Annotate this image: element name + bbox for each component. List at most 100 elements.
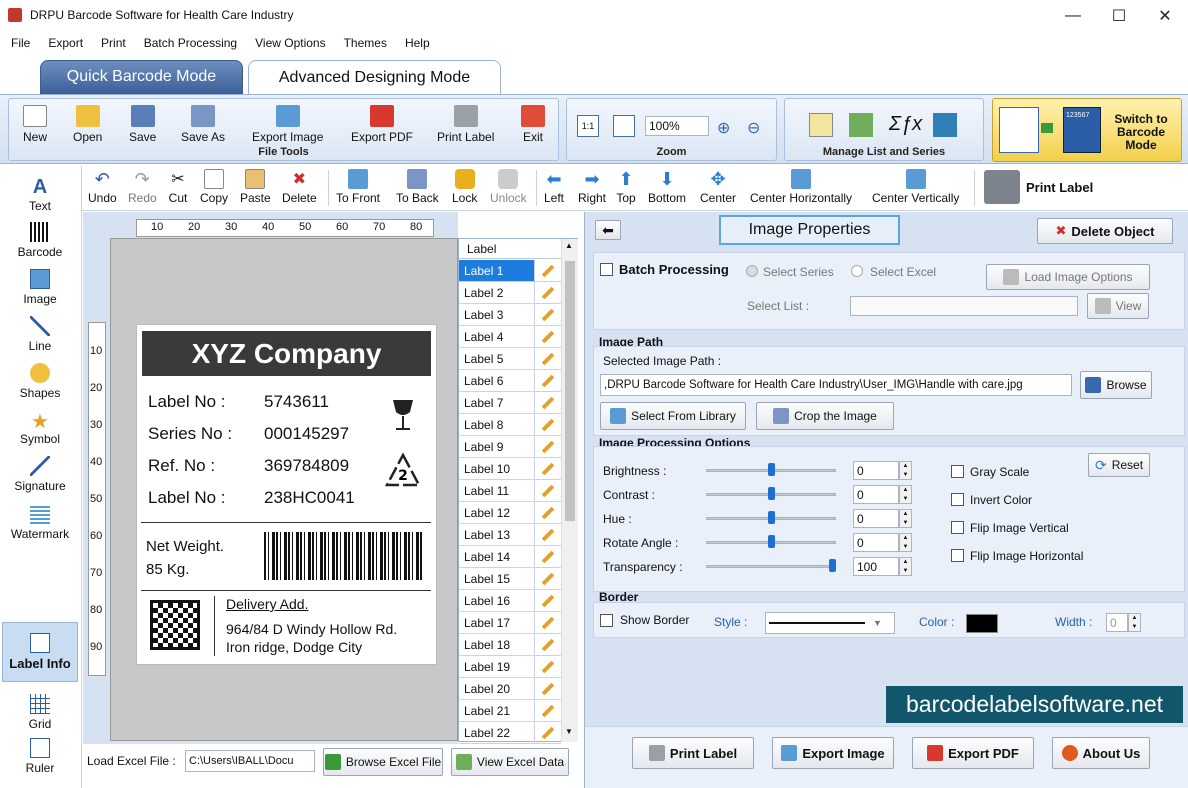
center-button[interactable]: ✥ Center	[700, 169, 736, 205]
slider-thumb[interactable]	[768, 463, 775, 476]
edit-label-icon[interactable]	[535, 286, 561, 299]
menu-export[interactable]: Export	[39, 36, 92, 50]
label-list-item[interactable]: Label 9	[459, 436, 561, 458]
save-button[interactable]: Save	[129, 105, 156, 144]
center-vertically-button[interactable]: Center Vertically	[872, 169, 959, 205]
edit-label-icon[interactable]	[535, 682, 561, 695]
label-list-item[interactable]: Label 20	[459, 678, 561, 700]
label-list-item[interactable]: Label 19	[459, 656, 561, 678]
fit-icon[interactable]	[613, 115, 635, 137]
menu-print[interactable]: Print	[92, 36, 135, 50]
label-field-value[interactable]: 5743611	[264, 392, 329, 412]
menu-batch-processing[interactable]: Batch Processing	[135, 36, 246, 50]
minimize-button[interactable]: —	[1050, 0, 1096, 31]
to-front-button[interactable]: To Front	[336, 169, 380, 205]
menu-view-options[interactable]: View Options	[246, 36, 334, 50]
scroll-thumb[interactable]	[565, 261, 575, 521]
label-field-key[interactable]: Ref. No :	[148, 456, 215, 476]
open-button[interactable]: Open	[73, 105, 102, 144]
swap-icon[interactable]	[933, 113, 957, 137]
reset-button[interactable]: ⟳ Reset	[1088, 453, 1150, 477]
edit-label-icon[interactable]	[535, 550, 561, 563]
scroll-down-icon[interactable]: ▼	[565, 727, 573, 736]
edit-label-icon[interactable]	[535, 396, 561, 409]
label-list-item[interactable]: Label 13	[459, 524, 561, 546]
about-us-button[interactable]: About Us	[1052, 737, 1150, 769]
invert-color-checkbox[interactable]	[951, 493, 964, 506]
excel-path-input[interactable]: C:\Users\IBALL\Docu	[185, 750, 315, 772]
processing-spinner[interactable]: ▲ ▼	[899, 557, 912, 576]
tab-advanced-designing-mode[interactable]: Advanced Designing Mode	[248, 60, 501, 94]
tab-quick-barcode-mode[interactable]: Quick Barcode Mode	[40, 60, 243, 94]
menu-themes[interactable]: Themes	[335, 36, 396, 50]
barcode-tool[interactable]: Barcode	[2, 222, 78, 259]
processing-spinner[interactable]: ▲ ▼	[899, 485, 912, 504]
label-list-item[interactable]: Label 17	[459, 612, 561, 634]
formula-icon[interactable]: Σƒx	[889, 113, 922, 136]
save-as-button[interactable]: Save As	[181, 105, 225, 144]
processing-value-input[interactable]: 100	[853, 557, 899, 576]
delete-button[interactable]: ✖ Delete	[282, 169, 317, 205]
watermark-tool[interactable]: Watermark	[2, 504, 78, 541]
zoom-in-icon[interactable]: ⊕	[717, 118, 730, 138]
label-field-key[interactable]: Series No :	[148, 424, 232, 444]
address-line-2[interactable]: Iron ridge, Dodge City	[226, 639, 362, 655]
signature-tool[interactable]: Signature	[2, 456, 78, 493]
slider-thumb[interactable]	[829, 559, 836, 572]
export-image-button[interactable]: Export Image	[252, 105, 323, 144]
net-weight-value[interactable]: 85 Kg.	[146, 561, 189, 578]
load-image-options-button[interactable]: Load Image Options	[986, 264, 1150, 290]
label-list-item[interactable]: Label 5	[459, 348, 561, 370]
symbol-tool[interactable]: ★ Symbol	[2, 409, 78, 446]
border-width-input[interactable]: 0	[1106, 613, 1128, 632]
label-list-item[interactable]: Label 15	[459, 568, 561, 590]
label-field-key[interactable]: Label No :	[148, 392, 226, 412]
export-pdf-button[interactable]: Export PDF	[351, 105, 413, 144]
edit-label-icon[interactable]	[535, 264, 561, 277]
company-name-text[interactable]: XYZ Company	[142, 331, 431, 376]
actual-size-icon[interactable]: 1:1	[577, 115, 599, 137]
edit-label-icon[interactable]	[535, 528, 561, 541]
new-button[interactable]: New	[23, 105, 47, 144]
label-list-item[interactable]: Label 3	[459, 304, 561, 326]
print-label-ribbon-button[interactable]: Print Label	[437, 105, 494, 144]
flip-vertical-checkbox[interactable]	[951, 521, 964, 534]
edit-label-icon[interactable]	[535, 726, 561, 739]
processing-value-input[interactable]: 0	[853, 509, 899, 528]
border-color-swatch[interactable]	[966, 614, 998, 633]
edit-label-icon[interactable]	[535, 374, 561, 387]
edit-label-icon[interactable]	[535, 440, 561, 453]
label-list-item[interactable]: Label 21	[459, 700, 561, 722]
address-line-1[interactable]: 964/84 D Windy Hollow Rd.	[226, 621, 397, 637]
print-label-toolbar-button[interactable]: Print Label	[984, 170, 1093, 204]
image-path-input[interactable]: ,DRPU Barcode Software for Health Care I…	[600, 374, 1072, 396]
label-list-item[interactable]: Label 1	[459, 260, 561, 282]
unlock-button[interactable]: Unlock	[490, 169, 527, 205]
edit-label-icon[interactable]	[535, 506, 561, 519]
label-list-item[interactable]: Label 6	[459, 370, 561, 392]
align-bottom-button[interactable]: ⬇ Bottom	[648, 169, 686, 205]
image-tool[interactable]: Image	[2, 269, 78, 306]
export-image-button[interactable]: Export Image	[772, 737, 894, 769]
select-series-radio[interactable]	[746, 265, 758, 277]
label-list-scrollbar[interactable]: ▲ ▼	[561, 239, 578, 742]
processing-spinner[interactable]: ▲ ▼	[899, 533, 912, 552]
redo-button[interactable]: ↷ Redo	[128, 169, 157, 205]
edit-label-icon[interactable]	[535, 418, 561, 431]
processing-value-input[interactable]: 0	[853, 485, 899, 504]
edit-label-icon[interactable]	[535, 572, 561, 585]
shapes-tool[interactable]: Shapes	[2, 363, 78, 400]
scroll-up-icon[interactable]: ▲	[565, 241, 573, 250]
center-horizontally-button[interactable]: Center Horizontally	[750, 169, 852, 205]
select-excel-radio[interactable]	[851, 265, 863, 277]
to-back-button[interactable]: To Back	[396, 169, 439, 205]
label-list-item[interactable]: Label 16	[459, 590, 561, 612]
edit-label-icon[interactable]	[535, 352, 561, 365]
series-icon[interactable]	[849, 113, 873, 137]
align-top-button[interactable]: ⬆ Top	[616, 169, 636, 205]
maximize-button[interactable]: ☐	[1096, 0, 1142, 31]
slider-thumb[interactable]	[768, 511, 775, 524]
copy-button[interactable]: Copy	[200, 169, 228, 205]
label-list-item[interactable]: Label 10	[459, 458, 561, 480]
lock-button[interactable]: Lock	[452, 169, 477, 205]
